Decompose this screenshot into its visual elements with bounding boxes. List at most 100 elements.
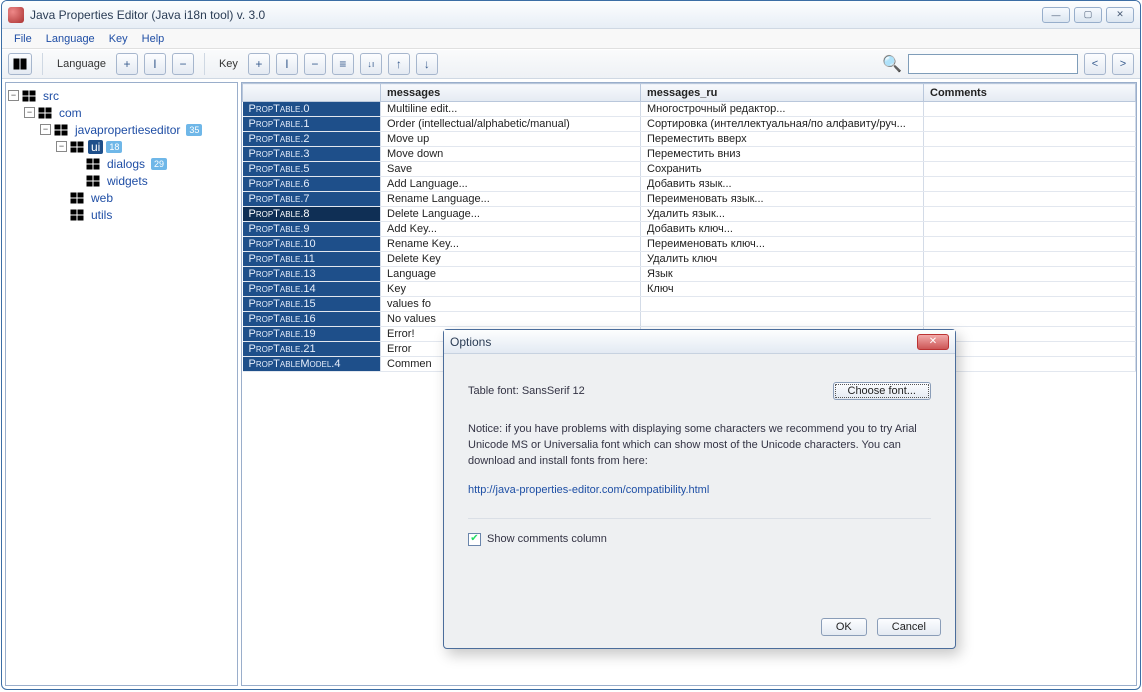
key-cell[interactable]: PropTable.7: [243, 192, 381, 207]
key-cell[interactable]: PropTable.10: [243, 237, 381, 252]
comments-cell[interactable]: [924, 102, 1136, 117]
key-cell[interactable]: PropTable.1: [243, 117, 381, 132]
messages-cell[interactable]: values fo: [381, 297, 641, 312]
table-row[interactable]: PropTable.0Multiline edit...Многострочны…: [243, 102, 1136, 117]
tree-toggle-icon[interactable]: −: [8, 90, 19, 101]
table-row[interactable]: PropTable.10Rename Key...Переименовать к…: [243, 237, 1136, 252]
messages-cell[interactable]: Key: [381, 282, 641, 297]
messages-cell[interactable]: Multiline edit...: [381, 102, 641, 117]
choose-font-button[interactable]: Choose font...: [833, 382, 932, 400]
key-cell[interactable]: PropTable.15: [243, 297, 381, 312]
comments-cell[interactable]: [924, 207, 1136, 222]
key-cell[interactable]: PropTable.19: [243, 327, 381, 342]
project-tree[interactable]: −src−com−javapropertieseditor35−ui18dial…: [5, 82, 238, 686]
key-rename-button[interactable]: I: [276, 53, 298, 75]
tree-node-label[interactable]: src: [40, 89, 62, 103]
toolbar-layout-button[interactable]: [8, 53, 32, 75]
messages-cell[interactable]: Move down: [381, 147, 641, 162]
comments-cell[interactable]: [924, 297, 1136, 312]
table-row[interactable]: PropTable.9Add Key...Добавить ключ...: [243, 222, 1136, 237]
comments-cell[interactable]: [924, 177, 1136, 192]
messages-cell[interactable]: Rename Language...: [381, 192, 641, 207]
minimize-button[interactable]: —: [1042, 7, 1070, 23]
key-cell[interactable]: PropTable.16: [243, 312, 381, 327]
messages-cell[interactable]: Order (intellectual/alphabetic/manual): [381, 117, 641, 132]
table-row[interactable]: PropTable.5SaveСохранить: [243, 162, 1136, 177]
comments-cell[interactable]: [924, 312, 1136, 327]
messages-ru-cell[interactable]: [641, 297, 924, 312]
language-remove-button[interactable]: −: [172, 53, 194, 75]
key-cell[interactable]: PropTable.21: [243, 342, 381, 357]
tree-node[interactable]: widgets: [6, 172, 237, 189]
options-cancel-button[interactable]: Cancel: [877, 618, 941, 636]
tree-node[interactable]: web: [6, 189, 237, 206]
comments-cell[interactable]: [924, 147, 1136, 162]
menu-key[interactable]: Key: [103, 31, 134, 47]
tree-node[interactable]: − src: [6, 87, 237, 104]
messages-ru-cell[interactable]: Добавить ключ...: [641, 222, 924, 237]
messages-ru-cell[interactable]: Переименовать язык...: [641, 192, 924, 207]
options-close-button[interactable]: ✕: [917, 334, 949, 350]
key-cell[interactable]: PropTable.13: [243, 267, 381, 282]
tree-node[interactable]: −ui18: [6, 138, 237, 155]
tree-node-label[interactable]: utils: [88, 208, 115, 222]
key-cell[interactable]: PropTable.6: [243, 177, 381, 192]
table-row[interactable]: PropTable.15values fo: [243, 297, 1136, 312]
comments-cell[interactable]: [924, 162, 1136, 177]
messages-cell[interactable]: Delete Key: [381, 252, 641, 267]
search-next-button[interactable]: >: [1112, 53, 1134, 75]
key-cell[interactable]: PropTableModel.4: [243, 357, 381, 372]
messages-ru-cell[interactable]: Добавить язык...: [641, 177, 924, 192]
comments-cell[interactable]: [924, 132, 1136, 147]
search-input[interactable]: [908, 54, 1078, 74]
key-sort-up-button[interactable]: ↑: [388, 53, 410, 75]
tree-node-label[interactable]: widgets: [104, 174, 151, 188]
key-cell[interactable]: PropTable.3: [243, 147, 381, 162]
table-row[interactable]: PropTable.16No values: [243, 312, 1136, 327]
tree-toggle-icon[interactable]: −: [40, 124, 51, 135]
close-button[interactable]: ✕: [1106, 7, 1134, 23]
key-cell[interactable]: PropTable.8: [243, 207, 381, 222]
key-lines-button[interactable]: ≡: [332, 53, 354, 75]
messages-cell[interactable]: Move up: [381, 132, 641, 147]
tree-node[interactable]: dialogs29: [6, 155, 237, 172]
key-cell[interactable]: PropTable.9: [243, 222, 381, 237]
compatibility-link[interactable]: http://java-properties-editor.com/compat…: [468, 484, 709, 496]
comments-cell[interactable]: [924, 267, 1136, 282]
messages-ru-cell[interactable]: Переместить вверх: [641, 132, 924, 147]
messages-cell[interactable]: Language: [381, 267, 641, 282]
comments-cell[interactable]: [924, 282, 1136, 297]
comments-cell[interactable]: [924, 237, 1136, 252]
tree-toggle-icon[interactable]: −: [24, 107, 35, 118]
table-row[interactable]: PropTable.8Delete Language...Удалить язы…: [243, 207, 1136, 222]
options-ok-button[interactable]: OK: [821, 618, 867, 636]
messages-cell[interactable]: Rename Key...: [381, 237, 641, 252]
key-cell[interactable]: PropTable.2: [243, 132, 381, 147]
key-cell[interactable]: PropTable.0: [243, 102, 381, 117]
tree-node-label[interactable]: ui: [88, 140, 103, 154]
messages-cell[interactable]: Save: [381, 162, 641, 177]
tree-toggle-icon[interactable]: −: [56, 141, 67, 152]
tree-node-label[interactable]: com: [56, 106, 85, 120]
messages-ru-cell[interactable]: Удалить ключ: [641, 252, 924, 267]
col-messages-ru[interactable]: messages_ru: [641, 84, 924, 102]
key-sort-asc-button[interactable]: ↓ı: [360, 53, 382, 75]
table-row[interactable]: PropTable.11Delete KeyУдалить ключ: [243, 252, 1136, 267]
table-row[interactable]: PropTable.6Add Language...Добавить язык.…: [243, 177, 1136, 192]
key-remove-button[interactable]: −: [304, 53, 326, 75]
language-add-button[interactable]: +: [116, 53, 138, 75]
menu-language[interactable]: Language: [40, 31, 101, 47]
messages-ru-cell[interactable]: Многострочный редактор...: [641, 102, 924, 117]
messages-ru-cell[interactable]: Сохранить: [641, 162, 924, 177]
col-comments[interactable]: Comments: [924, 84, 1136, 102]
key-cell[interactable]: PropTable.14: [243, 282, 381, 297]
col-key[interactable]: [243, 84, 381, 102]
tree-node[interactable]: utils: [6, 206, 237, 223]
table-row[interactable]: PropTable.7Rename Language...Переименова…: [243, 192, 1136, 207]
messages-cell[interactable]: No values: [381, 312, 641, 327]
messages-ru-cell[interactable]: Удалить язык...: [641, 207, 924, 222]
messages-cell[interactable]: Delete Language...: [381, 207, 641, 222]
table-row[interactable]: PropTable.14KeyКлюч: [243, 282, 1136, 297]
key-cell[interactable]: PropTable.11: [243, 252, 381, 267]
comments-cell[interactable]: [924, 252, 1136, 267]
